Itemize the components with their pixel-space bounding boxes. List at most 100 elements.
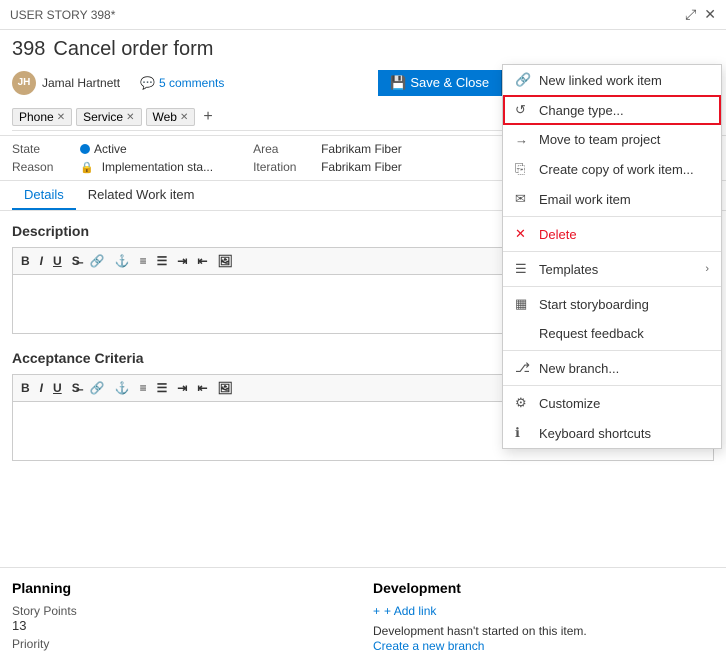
new-linked-icon: 🔗 [515,72,531,88]
avatar: JH [12,71,36,95]
link-button[interactable]: 🔗 [86,252,109,270]
priority-label: Priority [12,637,353,651]
tab-details[interactable]: Details [12,181,76,210]
ac-bold-button[interactable]: B [17,379,34,397]
ac-ol-button[interactable]: ☰ [153,379,172,397]
tab-related-work-item[interactable]: Related Work item [76,181,207,210]
underline-button[interactable]: U [49,252,66,270]
story-points-value[interactable]: 13 [12,618,353,633]
menu-customize[interactable]: ⚙ Customize [503,388,721,418]
delete-icon: ✕ [515,226,531,242]
tag-web-close[interactable]: ✕ [180,112,188,123]
state-value[interactable]: Active [80,142,127,156]
ac-underline-button[interactable]: U [49,379,66,397]
title-bar-label: USER STORY 398* [10,8,115,22]
customize-icon: ⚙ [515,395,531,411]
indent-button[interactable]: ⇥ [173,252,191,270]
menu-templates[interactable]: ☰ Templates › [503,254,721,284]
new-branch-icon: ⎇ [515,360,531,376]
email-icon: ✉ [515,191,531,207]
menu-divider-5 [503,385,721,386]
templates-chevron: › [705,263,709,275]
ac-ul-button[interactable]: ≡ [136,379,151,397]
wi-id: 398 [12,38,45,61]
reason-value[interactable]: Implementation sta... [102,160,213,174]
add-tag-button[interactable]: + [199,109,216,125]
ac-image-button[interactable]: 🖼 [214,379,237,397]
menu-divider-4 [503,350,721,351]
comments-count: 5 comments [159,76,224,90]
close-icon[interactable]: ✕ [704,6,716,23]
italic-button[interactable]: I [36,252,47,270]
ac-outdent-button[interactable]: ⇤ [193,379,211,397]
create-copy-icon: ⎘ [515,161,531,177]
tag-phone-close[interactable]: ✕ [57,112,65,123]
wi-type-label: USER STORY 398* [10,8,115,22]
tag-web[interactable]: Web ✕ [146,108,196,126]
tag-service-label: Service [83,110,123,124]
add-link-button[interactable]: + + Add link [373,604,714,618]
menu-divider-2 [503,251,721,252]
bottom-section: Planning Story Points 13 Priority Develo… [0,567,726,667]
save-btn-group: 💾 Save & Close ▾ [378,70,522,96]
menu-divider-3 [503,286,721,287]
active-dot [80,144,90,154]
iteration-field: Iteration Fabrikam Fiber [253,160,453,174]
menu-new-branch[interactable]: ⎇ New branch... [503,353,721,383]
expand-icon[interactable]: ⤢ [685,6,696,23]
ol-button[interactable]: ☰ [153,252,172,270]
ac-italic-button[interactable]: I [36,379,47,397]
area-label: Area [253,142,313,156]
area-field: Area Fabrikam Fiber [253,142,453,156]
lock-icon: 🔒 [80,161,94,174]
iteration-label: Iteration [253,160,313,174]
menu-delete[interactable]: ✕ Delete [503,219,721,249]
change-type-icon: ↺ [515,102,531,118]
tag-phone[interactable]: Phone ✕ [12,108,72,126]
storyboard-icon: ▦ [515,296,531,312]
tag-web-label: Web [153,110,177,124]
ac-strikethrough-button[interactable]: S̶ [68,379,84,397]
ul-button[interactable]: ≡ [136,252,151,270]
reason-field: Reason 🔒 Implementation sta... [12,160,213,174]
image-button[interactable]: 🖼 [214,252,237,270]
menu-shortcuts[interactable]: ℹ Keyboard shortcuts [503,418,721,448]
menu-create-copy[interactable]: ⎘ Create copy of work item... [503,154,721,184]
outdent-button[interactable]: ⇤ [193,252,211,270]
ac-link-button[interactable]: 🔗 [86,379,109,397]
story-points-label: Story Points [12,604,353,618]
menu-email[interactable]: ✉ Email work item [503,184,721,214]
save-close-button[interactable]: 💾 Save & Close [378,70,501,96]
area-value[interactable]: Fabrikam Fiber [321,142,402,156]
menu-new-linked[interactable]: 🔗 New linked work item [503,65,721,95]
author-name: Jamal Hartnett [42,76,120,90]
ac-link2-button[interactable]: ⚓ [111,379,134,397]
menu-storyboard[interactable]: ▦ Start storyboarding [503,289,721,319]
left-fields: State Active Reason 🔒 Implementation sta… [12,142,213,174]
menu-feedback[interactable]: Request feedback [503,319,721,348]
add-link-icon: + [373,604,380,618]
iteration-value[interactable]: Fabrikam Fiber [321,160,402,174]
create-branch-link[interactable]: Create a new branch [373,639,484,653]
menu-move-team[interactable]: → Move to team project [503,125,721,154]
story-points-row: Story Points 13 [12,604,353,633]
tag-service[interactable]: Service ✕ [76,108,141,126]
templates-icon: ☰ [515,261,531,277]
context-menu: 🔗 New linked work item ↺ Change type... … [502,64,722,449]
priority-row: Priority [12,637,353,651]
planning-title: Planning [12,580,353,596]
planning-col: Planning Story Points 13 Priority [12,580,353,655]
move-team-icon: → [515,132,531,147]
right-fields: Area Fabrikam Fiber Iteration Fabrikam F… [253,142,453,174]
tag-phone-label: Phone [19,110,54,124]
state-field: State Active [12,142,213,156]
reason-label: Reason [12,160,72,174]
strikethrough-button[interactable]: S̶ [68,252,84,270]
tag-service-close[interactable]: ✕ [126,112,134,123]
bold-button[interactable]: B [17,252,34,270]
menu-change-type[interactable]: ↺ Change type... [503,95,721,125]
comments-link[interactable]: 💬 5 comments [140,76,224,90]
ac-indent-button[interactable]: ⇥ [173,379,191,397]
title-bar: USER STORY 398* ⤢ ✕ [0,0,726,30]
link2-button[interactable]: ⚓ [111,252,134,270]
